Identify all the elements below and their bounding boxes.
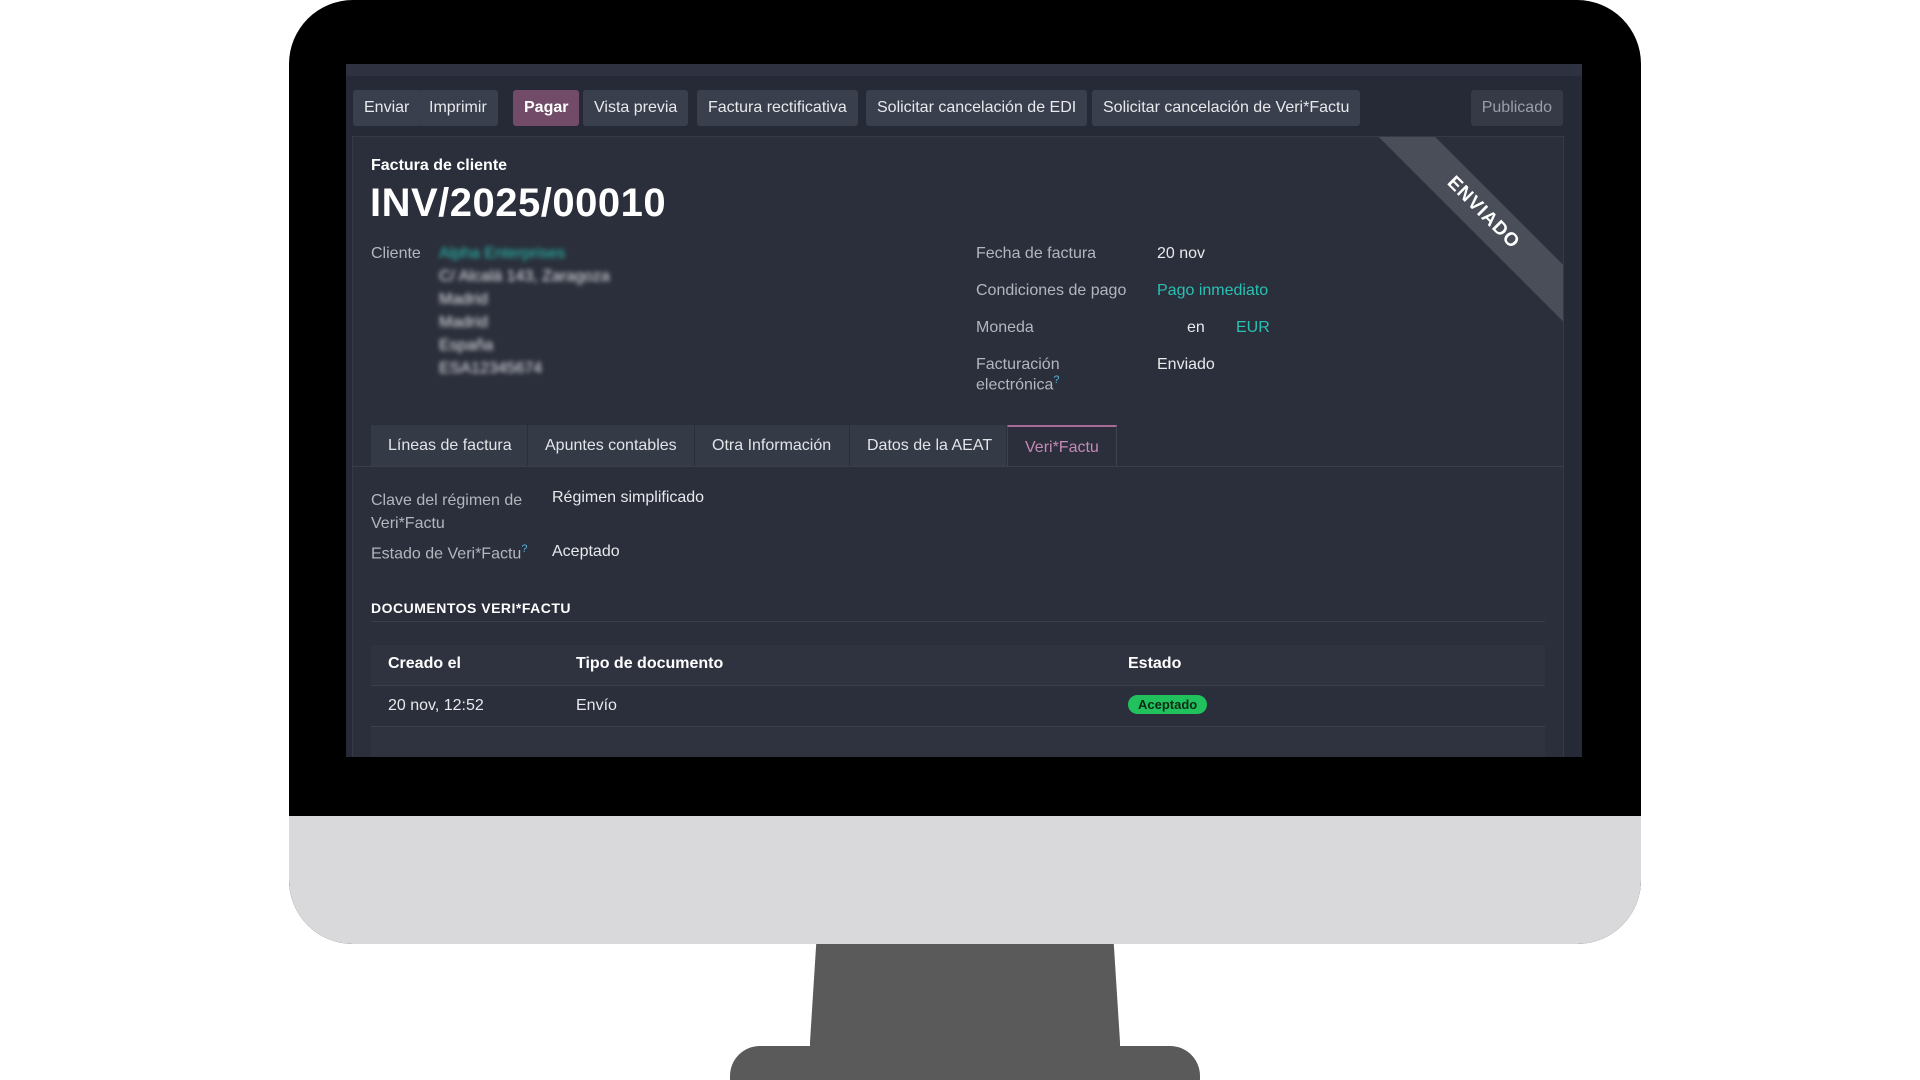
send-button[interactable]: Enviar [353, 90, 421, 126]
table-row[interactable]: 20 nov, 12:52 Envío Aceptado [371, 686, 1545, 727]
monitor-chin [289, 816, 1641, 944]
invoice-number: INV/2025/00010 [370, 181, 667, 225]
cell-doc-type: Envío [576, 697, 617, 714]
currency-link[interactable]: EUR [1236, 319, 1270, 337]
screen: Enviar Imprimir Pagar Vista previa Factu… [346, 64, 1582, 757]
status-published[interactable]: Publicado [1470, 90, 1563, 126]
cell-created: 20 nov, 12:52 [388, 697, 484, 714]
print-button[interactable]: Imprimir [418, 90, 498, 126]
payment-terms-label: Condiciones de pago [976, 282, 1127, 299]
help-icon[interactable]: ? [521, 543, 527, 555]
currency-label: Moneda [976, 319, 1034, 336]
column-header-doc-type[interactable]: Tipo de documento [576, 655, 723, 673]
tab-aeat-data[interactable]: Datos de la AEAT [850, 425, 1006, 467]
verifactu-state-value: Aceptado [552, 543, 620, 560]
document-type: Factura de cliente [371, 157, 508, 174]
regime-value: Régimen simplificado [552, 489, 705, 506]
customer-label: Cliente [371, 245, 421, 262]
request-verifactu-cancel-button[interactable]: Solicitar cancelación de Veri*Factu [1092, 90, 1361, 126]
address-line: ESA12345674 [439, 360, 543, 377]
table-footer [371, 727, 1545, 757]
credit-note-button[interactable]: Factura rectificativa [697, 90, 858, 126]
invoice-date[interactable]: 20 nov [1157, 245, 1205, 263]
section-title: DOCUMENTOS VERI*FACTU [371, 600, 572, 616]
status-ribbon: ENVIADO [1362, 137, 1563, 334]
tab-verifactu[interactable]: Veri*Factu [1007, 425, 1117, 467]
status-badge: Aceptado [1128, 695, 1208, 714]
request-edi-cancel-button[interactable]: Solicitar cancelación de EDI [866, 90, 1088, 126]
tabs-divider [353, 466, 1563, 467]
monitor-stand-base [730, 1046, 1200, 1080]
invoice-date-label: Fecha de factura [976, 245, 1097, 262]
preview-button[interactable]: Vista previa [583, 90, 689, 126]
invoice-form: ENVIADO Factura de cliente INV/2025/0001… [352, 136, 1564, 757]
regime-label: Clave del régimen de Veri*Factu [371, 492, 523, 532]
table-header: Creado el Tipo de documento Estado [371, 645, 1545, 686]
verifactu-state-label: Estado de Veri*Factu? [371, 543, 528, 563]
address-line: C/ Alcalá 143, Zaragoza [439, 268, 610, 285]
address-line: Madrid [439, 314, 488, 331]
currency-prefix: en [1187, 319, 1205, 336]
section-divider [371, 621, 1545, 622]
column-header-created[interactable]: Creado el [388, 655, 461, 673]
payment-terms-link[interactable]: Pago inmediato [1157, 282, 1268, 300]
tab-other-info[interactable]: Otra Información [695, 425, 849, 467]
tab-journal-items[interactable]: Apuntes contables [528, 425, 694, 467]
address-line: Madrid [439, 291, 488, 308]
pay-button[interactable]: Pagar [513, 90, 580, 126]
einvoicing-status: Enviado [1157, 356, 1215, 373]
column-header-state[interactable]: Estado [1128, 655, 1181, 673]
einvoicing-label: Facturación electrónica? [976, 356, 1060, 394]
tab-invoice-lines[interactable]: Líneas de factura [371, 425, 527, 467]
top-bar [346, 64, 1582, 76]
help-icon[interactable]: ? [1053, 374, 1059, 386]
customer-link[interactable]: Alpha Enterprises [439, 245, 565, 263]
address-line: España [439, 337, 494, 354]
action-toolbar: Enviar Imprimir Pagar Vista previa Factu… [353, 90, 1575, 126]
